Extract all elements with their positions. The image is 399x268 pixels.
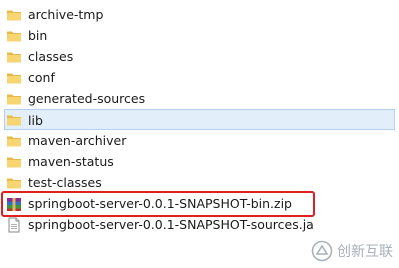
file-name: bin: [28, 28, 48, 43]
folder-icon: [6, 154, 22, 170]
file-item-maven-status[interactable]: maven-status: [0, 151, 399, 172]
file-item-conf[interactable]: conf: [0, 67, 399, 88]
folder-icon: [6, 70, 22, 86]
watermark-text: 创新互联: [337, 244, 393, 260]
file-item-test-classes[interactable]: test-classes: [0, 172, 399, 193]
brand-logo-icon: [311, 240, 333, 262]
file-item-lib[interactable]: lib: [4, 109, 395, 130]
file-name: test-classes: [28, 175, 102, 190]
file-name: archive-tmp: [28, 7, 104, 22]
annotation-highlight-box: [1, 191, 315, 217]
folder-icon: [6, 91, 22, 107]
file-name: lib: [28, 113, 43, 128]
file-item-maven-archiver[interactable]: maven-archiver: [0, 130, 399, 151]
file-item-classes[interactable]: classes: [0, 46, 399, 67]
folder-icon: [6, 49, 22, 65]
file-item-archive-tmp[interactable]: archive-tmp: [0, 4, 399, 25]
watermark: 创新互联: [311, 240, 393, 262]
folder-icon: [6, 133, 22, 149]
file-name: conf: [28, 70, 55, 85]
file-item-bin[interactable]: bin: [0, 25, 399, 46]
file-item-sources-jar[interactable]: springboot-server-0.0.1-SNAPSHOT-sources…: [0, 214, 399, 235]
file-item-generated-sources[interactable]: generated-sources: [0, 88, 399, 109]
file-name: springboot-server-0.0.1-SNAPSHOT-sources…: [28, 217, 314, 232]
folder-icon: [6, 7, 22, 23]
folder-icon: [6, 175, 22, 191]
file-name: maven-archiver: [28, 133, 127, 148]
folder-icon: [6, 112, 22, 128]
file-name: maven-status: [28, 154, 114, 169]
folder-icon: [6, 28, 22, 44]
file-name: classes: [28, 49, 74, 64]
jar-file-icon: [6, 217, 22, 233]
file-name: generated-sources: [28, 91, 146, 106]
